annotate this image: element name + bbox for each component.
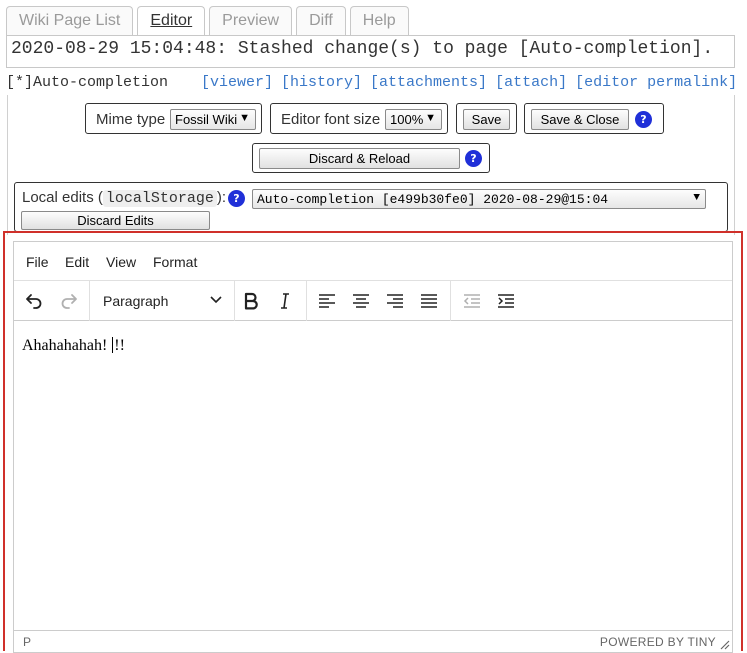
mime-type-select[interactable]: Fossil Wiki ▼ — [170, 109, 256, 130]
editor-toolbar: Paragraph — [14, 281, 732, 321]
status-message: 2020-08-29 15:04:48: Stashed change(s) t… — [6, 35, 735, 68]
mime-type-group: Mime type Fossil Wiki ▼ — [85, 103, 262, 134]
save-close-button[interactable]: Save & Close — [531, 109, 629, 130]
page-name: [*]Auto-completion — [6, 74, 169, 91]
help-icon[interactable]: ? — [635, 111, 652, 128]
mime-type-value: Fossil Wiki — [175, 112, 238, 127]
menu-format[interactable]: Format — [153, 254, 197, 270]
toolbar-separator — [89, 281, 90, 321]
help-icon[interactable]: ? — [228, 190, 245, 207]
editor-controls: Mime type Fossil Wiki ▼ Editor font size… — [7, 95, 735, 235]
save-group: Save — [456, 103, 517, 134]
editor-content-area[interactable]: Ahahahahah! !! — [14, 322, 732, 630]
element-path[interactable]: P — [23, 635, 31, 649]
font-size-select[interactable]: 100% ▼ — [385, 109, 442, 130]
editor-permalink-link[interactable]: [editor permalink] — [575, 74, 737, 91]
stash-select[interactable]: Auto-completion [e499b30fe0] 2020-08-29@… — [252, 189, 706, 209]
stash-value: Auto-completion [e499b30fe0] 2020-08-29@… — [257, 192, 609, 207]
tinymce-editor: File Edit View Format Paragraph Ahahahah… — [13, 241, 733, 653]
discard-reload-group: Discard & Reload ? — [252, 143, 490, 173]
powered-by-link[interactable]: POWERED BY TINY — [600, 635, 716, 649]
attach-link[interactable]: [attach] — [495, 74, 567, 91]
tab-wiki-page-list[interactable]: Wiki Page List — [6, 6, 134, 36]
local-edits-group: Local edits (localStorage): ? Auto-compl… — [14, 182, 728, 232]
history-link[interactable]: [history] — [281, 74, 362, 91]
menu-file[interactable]: File — [26, 254, 49, 270]
editor-menubar: File Edit View Format — [14, 242, 732, 281]
dropdown-arrow-icon: ▼ — [425, 112, 436, 124]
page-links: [viewer] [history] [attachments] [attach] [e… — [201, 74, 745, 91]
block-format-select[interactable]: Paragraph — [96, 287, 228, 315]
redo-icon[interactable] — [54, 287, 84, 315]
editor-statusbar: P POWERED BY TINY — [14, 630, 732, 652]
font-size-label: Editor font size — [281, 111, 381, 128]
align-left-icon[interactable] — [312, 287, 342, 315]
font-size-value: 100% — [390, 112, 424, 127]
content-text-after: !! — [114, 337, 125, 354]
toolbar-separator — [306, 281, 307, 321]
align-right-icon[interactable] — [380, 287, 410, 315]
wysiwyg-editor-container: File Edit View Format Paragraph Ahahahah… — [3, 231, 743, 653]
indent-icon[interactable] — [491, 287, 521, 315]
tab-editor[interactable]: Editor — [137, 6, 206, 36]
save-button[interactable]: Save — [463, 109, 510, 130]
toolbar-separator — [450, 281, 451, 321]
chevron-down-icon — [210, 292, 222, 309]
tab-preview[interactable]: Preview — [209, 6, 293, 36]
local-edits-suffix: ): — [216, 189, 227, 206]
discard-reload-button[interactable]: Discard & Reload — [259, 148, 460, 169]
align-center-icon[interactable] — [346, 287, 376, 315]
help-icon[interactable]: ? — [465, 150, 482, 167]
mime-type-label: Mime type — [96, 111, 166, 128]
outdent-icon[interactable] — [457, 287, 487, 315]
save-close-group: Save & Close ? — [524, 103, 664, 134]
page-info-line: [*]Auto-completion [viewer] [history] [att… — [6, 74, 737, 94]
tab-help[interactable]: Help — [349, 6, 409, 36]
font-size-group: Editor font size 100% ▼ — [270, 103, 448, 134]
attachments-link[interactable]: [attachments] — [370, 74, 487, 91]
undo-icon[interactable] — [19, 287, 49, 315]
viewer-link[interactable]: [viewer] — [201, 74, 273, 91]
local-edits-prefix: Local edits ( — [22, 189, 103, 206]
content-text-before: Ahahahahah! — [22, 337, 112, 354]
tab-diff[interactable]: Diff — [296, 6, 346, 36]
toolbar-separator — [234, 281, 235, 321]
italic-icon[interactable] — [270, 287, 300, 315]
local-edits-label: Local edits (localStorage): — [22, 189, 226, 207]
tab-bar: Wiki Page List Editor Preview Diff Help — [6, 6, 413, 36]
tab-editor-label: Editor — [150, 12, 193, 29]
menu-edit[interactable]: Edit — [65, 254, 89, 270]
dropdown-arrow-icon: ▼ — [239, 112, 250, 124]
bold-icon[interactable] — [236, 287, 266, 315]
align-justify-icon[interactable] — [414, 287, 444, 315]
dropdown-arrow-icon: ▼ — [693, 192, 700, 204]
menu-view[interactable]: View — [106, 254, 136, 270]
local-storage-code: localStorage — [102, 190, 217, 207]
discard-edits-button[interactable]: Discard Edits — [21, 211, 210, 230]
block-format-value: Paragraph — [103, 293, 169, 309]
